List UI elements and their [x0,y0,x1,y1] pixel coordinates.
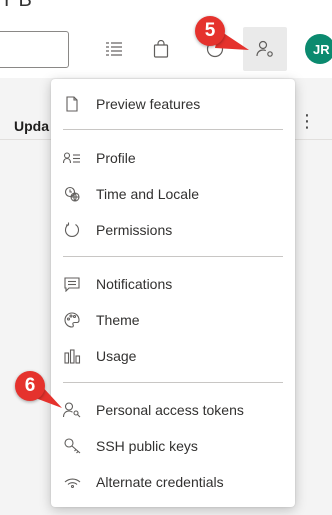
top-strip-cropped: Y B [0,0,332,16]
menu-item-label: Permissions [96,222,173,238]
user-settings-menu: Preview features Profile Time and Locale… [51,79,295,507]
menu-item-label: Personal access tokens [96,402,244,418]
user-settings-icon [256,40,273,57]
top-strip-text: Y B [0,0,32,11]
menu-item-label: Notifications [96,276,173,292]
key-icon [63,437,81,455]
menu-item-theme[interactable]: Theme [51,303,295,337]
more-options-icon[interactable]: ⋮ [298,111,316,132]
menu-item-alternate-credentials[interactable]: Alternate credentials [51,465,295,499]
menu-item-label: Profile [96,150,136,166]
step-5-number: 5 [204,20,216,41]
globe-clock-icon [63,185,81,203]
chart-icon [63,347,81,365]
chat-icon [63,275,81,293]
menu-item-label: Alternate credentials [96,474,224,490]
menu-item-usage[interactable]: Usage [51,339,295,373]
menu-item-label: SSH public keys [96,438,198,454]
step-5-badge: 5 [195,16,225,46]
search-input[interactable] [0,31,69,68]
menu-item-permissions[interactable]: Permissions [51,213,295,247]
wifi-icon [63,473,81,491]
menu-divider [63,382,283,383]
document-icon [63,95,81,113]
menu-divider [63,256,283,257]
menu-item-preview-features[interactable]: Preview features [51,87,295,121]
menu-item-profile[interactable]: Profile [51,141,295,175]
avatar[interactable]: JR [305,34,332,64]
menu-item-ssh-public-keys[interactable]: SSH public keys [51,429,295,463]
menu-item-label: Preview features [96,96,201,112]
palette-icon [63,311,81,329]
menu-divider [63,129,283,130]
menu-item-time-and-locale[interactable]: Time and Locale [51,177,295,211]
top-bar: Y B JR [0,0,332,78]
avatar-initials: JR [313,41,330,57]
menu-item-personal-access-tokens[interactable]: Personal access tokens [51,393,295,427]
menu-item-label: Time and Locale [96,186,199,202]
step-6-number: 6 [24,375,36,396]
list-icon[interactable] [103,38,125,60]
step-6-badge: 6 [15,371,45,401]
circle-arrow-icon [63,221,81,239]
profile-icon [63,149,81,167]
menu-item-notifications[interactable]: Notifications [51,267,295,301]
column-header-updated: Upda [14,118,49,134]
shopping-bag-icon[interactable] [150,38,172,60]
menu-item-label: Usage [96,348,137,364]
menu-item-label: Theme [96,312,140,328]
